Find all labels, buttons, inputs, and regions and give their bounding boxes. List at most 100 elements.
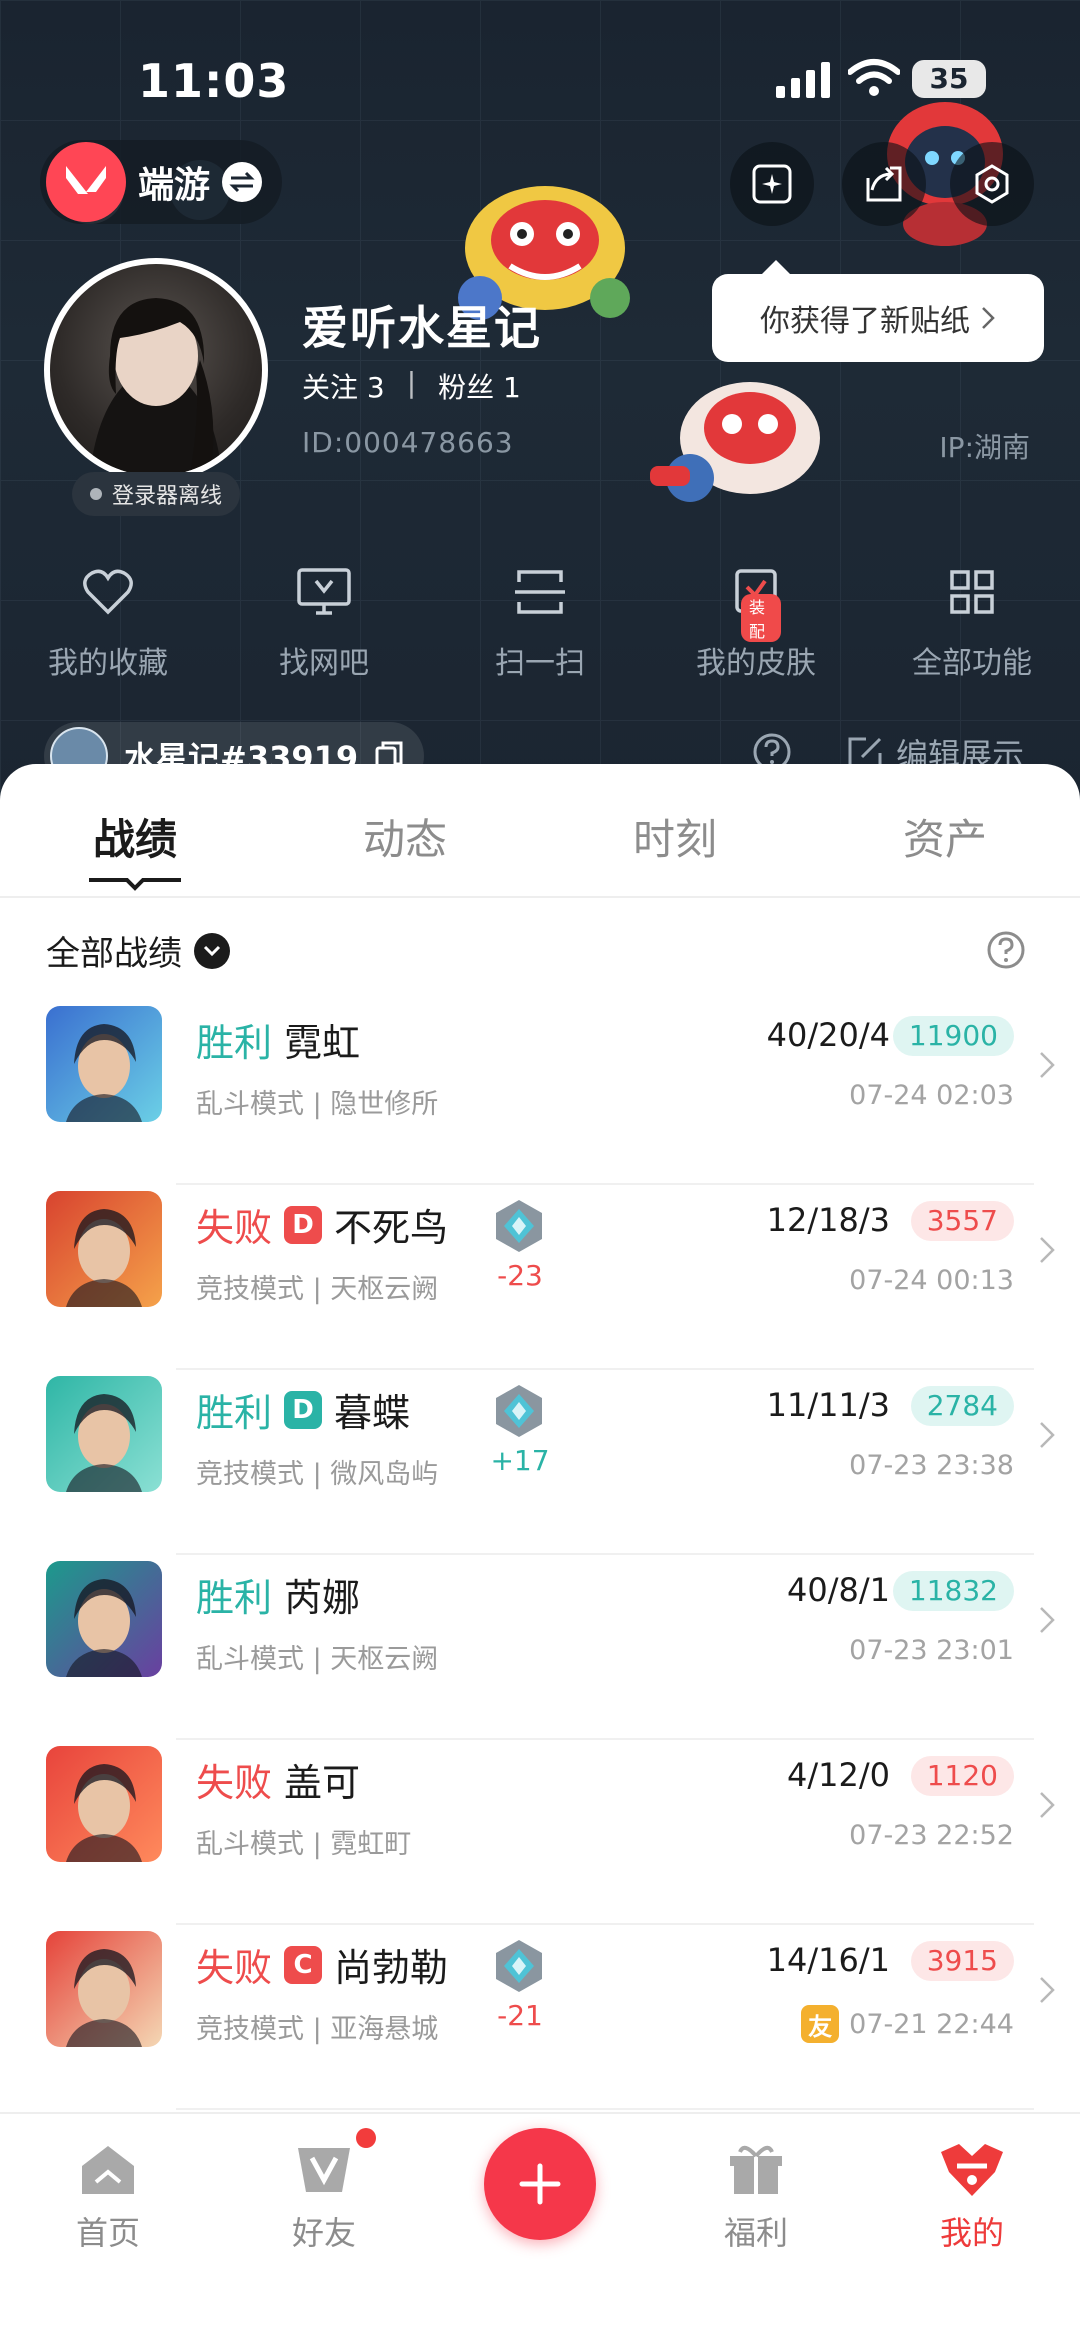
- chevron-right-icon: [1040, 1422, 1055, 1448]
- match-row[interactable]: 失败 盖可 乱斗模式 | 霓虹町 4/12/0 1120 07-23 22:52: [0, 1740, 1080, 1925]
- match-row[interactable]: 失败 D 不死鸟 竞技模式 | 天枢云阙 -23 12/18/3 3557 07-24 00:…: [0, 1185, 1080, 1370]
- kda-stat: 40/8/1: [787, 1571, 890, 1609]
- following-count[interactable]: 关注 3: [302, 366, 385, 406]
- rank-icon: [496, 1200, 542, 1252]
- match-row[interactable]: 失败 C 尚勃勒 竞技模式 | 亚海悬城 -21 14/16/1 3915 友 07-21 22…: [0, 1925, 1080, 2110]
- tab-match-record[interactable]: 战绩: [0, 794, 270, 891]
- tab-label: 时刻: [632, 815, 717, 864]
- match-date: 07-23 23:01: [849, 1635, 1014, 1666]
- match-filter-dropdown[interactable]: 全部战绩: [46, 926, 230, 975]
- new-sticker-tooltip[interactable]: 你获得了新贴纸: [712, 260, 1044, 362]
- kda-stat: 12/18/3: [766, 1201, 890, 1239]
- tab-label: 动态: [362, 815, 447, 864]
- create-post-button[interactable]: [484, 2128, 596, 2240]
- quick-action-all[interactable]: 全部功能: [864, 560, 1080, 690]
- nav-label: 好友: [291, 2214, 356, 2252]
- agent-portrait: [46, 1561, 162, 1677]
- match-date-line: 07-24 02:03: [849, 1080, 1014, 1111]
- nav-friends[interactable]: 好友: [254, 2142, 394, 2254]
- nav-benefits[interactable]: 福利: [686, 2142, 826, 2254]
- match-date-line: 07-23 22:52: [849, 1820, 1014, 1851]
- match-mode-map: 竞技模式 | 微风岛屿: [196, 1459, 439, 1490]
- battery-indicator: 35: [912, 60, 986, 98]
- match-row[interactable]: 胜利 霓虹 乱斗模式 | 隐世修所 40/20/4 11900 07-24 02:03: [0, 1000, 1080, 1185]
- help-icon[interactable]: [986, 930, 1026, 970]
- swap-icon[interactable]: [222, 162, 263, 202]
- match-result-line: 失败 盖可: [196, 1752, 360, 1807]
- agent-name: 芮娜: [284, 1576, 361, 1620]
- home-icon: [82, 2146, 134, 2194]
- follow-separator: |: [406, 366, 417, 399]
- agent-name: 盖可: [284, 1761, 361, 1805]
- tab-assets[interactable]: 资产: [810, 794, 1080, 884]
- nav-label: 福利: [723, 2214, 788, 2252]
- match-mode-map: 乱斗模式 | 天枢云阙: [196, 1644, 439, 1675]
- match-date-line: 07-23 23:38: [849, 1450, 1014, 1481]
- profile-header: 11:03 35 端游 登录器离线 爱听水星记 关注 3 | 粉丝 1 ID:0…: [0, 0, 1080, 800]
- tooltip-text: 你获得了新贴纸: [760, 304, 970, 339]
- quick-action-skins[interactable]: 装配 我的皮肤: [648, 560, 864, 690]
- match-result-line: 失败 D 不死鸟: [196, 1197, 448, 1252]
- tab-moments[interactable]: 时刻: [540, 794, 810, 884]
- status-bar: 11:03 35: [0, 48, 1080, 108]
- game-switcher[interactable]: 端游: [40, 140, 283, 224]
- nickname: 爱听水星记: [302, 301, 542, 355]
- content-sheet: 战绩 动态 时刻 资产 全部战绩 胜利 霓虹 乱斗模式 | 隐世修所 40/20/4 1…: [0, 764, 1080, 2114]
- kda-stat: 14/16/1: [766, 1941, 890, 1979]
- plus-icon: [519, 2163, 561, 2205]
- combat-score-badge: 11900: [892, 1016, 1014, 1056]
- avatar[interactable]: [44, 258, 268, 482]
- status-time: 11:03: [138, 54, 290, 108]
- match-row[interactable]: 胜利 芮娜 乱斗模式 | 天枢云阙 40/8/1 11832 07-23 23:01: [0, 1555, 1080, 1740]
- friend-match-badge: 友: [801, 2005, 840, 2043]
- nav-label: 我的: [939, 2214, 1004, 2252]
- follow-stats: 关注 3 | 粉丝 1: [302, 366, 521, 406]
- match-result: 失败: [196, 1206, 273, 1250]
- wifi-icon: [848, 59, 900, 96]
- quick-action-label: 我的皮肤: [696, 646, 816, 681]
- match-date-line: 07-23 23:01: [849, 1635, 1014, 1666]
- tab-label: 战绩: [92, 815, 177, 864]
- share-button[interactable]: [842, 142, 926, 226]
- match-result: 失败: [196, 1946, 273, 1990]
- settings-button[interactable]: [950, 142, 1034, 226]
- sticker-icon: [752, 164, 792, 204]
- nav-home[interactable]: 首页: [38, 2142, 178, 2254]
- match-result: 失败: [196, 1761, 273, 1805]
- quick-action-label: 扫一扫: [495, 646, 585, 681]
- quick-action-netcafe[interactable]: 找网吧: [216, 560, 432, 690]
- match-result-line: 胜利 D 暮蝶: [196, 1382, 410, 1437]
- bottom-navigation: 首页 好友 福利 我的: [0, 2112, 1080, 2341]
- gear-icon: [975, 164, 1009, 204]
- kda-stat: 11/11/3: [766, 1386, 890, 1424]
- sticker-button[interactable]: [730, 142, 814, 226]
- combat-score-badge: 1120: [910, 1756, 1014, 1796]
- match-row[interactable]: 胜利 D 暮蝶 竞技模式 | 微风岛屿 +17 11/11/3 2784 07-23 23:3…: [0, 1370, 1080, 1555]
- share-icon: [866, 166, 902, 202]
- match-result-line: 胜利 芮娜: [196, 1567, 360, 1622]
- chevron-right-icon: [1040, 1977, 1055, 2003]
- match-mode-map: 竞技模式 | 天枢云阙: [196, 1274, 439, 1305]
- tab-bar: 战绩 动态 时刻 资产: [0, 794, 1080, 891]
- match-result-line: 失败 C 尚勃勒: [196, 1937, 448, 1992]
- agent-name: 尚勃勒: [334, 1946, 449, 1990]
- tab-feed[interactable]: 动态: [270, 794, 540, 884]
- skin-badge: 装配: [741, 594, 781, 642]
- nav-label: 首页: [75, 2214, 140, 2252]
- fans-count[interactable]: 粉丝 1: [438, 366, 521, 406]
- launcher-status: 登录器离线: [72, 472, 241, 516]
- friends-icon: [298, 2148, 350, 2192]
- agent-portrait: [46, 1376, 162, 1492]
- quick-action-favorites[interactable]: 我的收藏: [0, 560, 216, 690]
- rank-point-change: -21: [497, 1999, 543, 2032]
- scan-icon: [515, 570, 565, 614]
- brand-name: 端游: [138, 165, 211, 206]
- quick-action-scan[interactable]: 扫一扫: [432, 560, 648, 690]
- heart-icon: [83, 569, 133, 615]
- chevron-down-icon: [194, 932, 230, 969]
- profile-icon: [941, 2144, 1003, 2196]
- nav-profile[interactable]: 我的: [902, 2142, 1042, 2254]
- tab-divider: [0, 896, 1080, 898]
- rank-point-change: -23: [497, 1259, 543, 1292]
- agent-portrait: [46, 1006, 162, 1122]
